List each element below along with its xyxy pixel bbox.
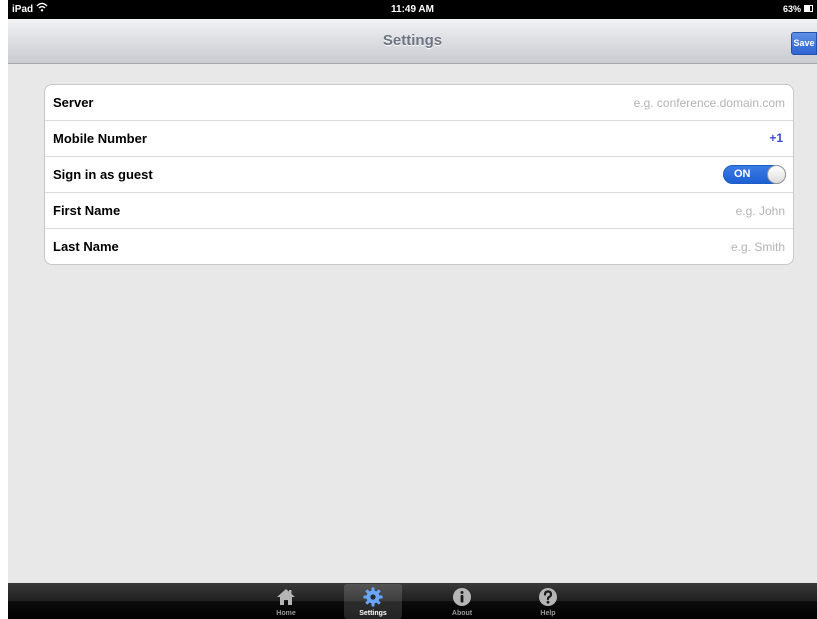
navigation-bar: Settings Save <box>8 19 817 64</box>
first-name-row: First Name <box>45 193 793 229</box>
gear-icon <box>344 586 402 608</box>
mobile-number-label: Mobile Number <box>53 131 147 146</box>
save-button[interactable]: Save <box>791 32 817 55</box>
help-icon <box>519 586 577 608</box>
tab-label: Home <box>276 610 296 617</box>
info-icon <box>433 586 491 608</box>
mobile-number-input[interactable]: +1 <box>769 121 783 156</box>
server-row: Server <box>45 85 793 121</box>
status-bar: iPad 11:49 AM 63% <box>8 0 817 19</box>
page-title: Settings <box>382 32 443 49</box>
mobile-number-row: Mobile Number +1 <box>45 121 793 157</box>
guest-label: Sign in as guest <box>53 167 153 182</box>
tab-label: Help <box>540 610 556 617</box>
battery-icon <box>804 5 813 12</box>
battery-percent: 63% <box>782 4 801 14</box>
first-name-label: First Name <box>53 203 121 218</box>
server-label: Server <box>53 95 94 110</box>
status-time: 11:49 AM <box>391 4 434 15</box>
guest-row: Sign in as guest ON <box>45 157 793 193</box>
settings-content: Server Mobile Number +1 Sign in as guest… <box>8 64 817 583</box>
tab-label: Settings <box>359 610 387 617</box>
home-icon <box>257 586 315 608</box>
toggle-state-text: ON <box>734 168 751 180</box>
tab-help[interactable]: Help <box>519 584 577 619</box>
server-input[interactable] <box>365 93 785 112</box>
tab-settings[interactable]: Settings <box>344 584 402 619</box>
settings-form-group: Server Mobile Number +1 Sign in as guest… <box>44 84 794 265</box>
last-name-input[interactable] <box>365 237 785 256</box>
tab-bar: Home Settings About Help <box>8 583 817 619</box>
tab-about[interactable]: About <box>433 584 491 619</box>
toggle-knob <box>767 165 786 184</box>
first-name-input[interactable] <box>365 201 785 220</box>
last-name-label: Last Name <box>53 239 119 254</box>
tab-label: About <box>451 610 473 617</box>
last-name-row: Last Name <box>45 229 793 264</box>
guest-toggle[interactable]: ON <box>723 165 786 184</box>
tab-home[interactable]: Home <box>257 584 315 619</box>
